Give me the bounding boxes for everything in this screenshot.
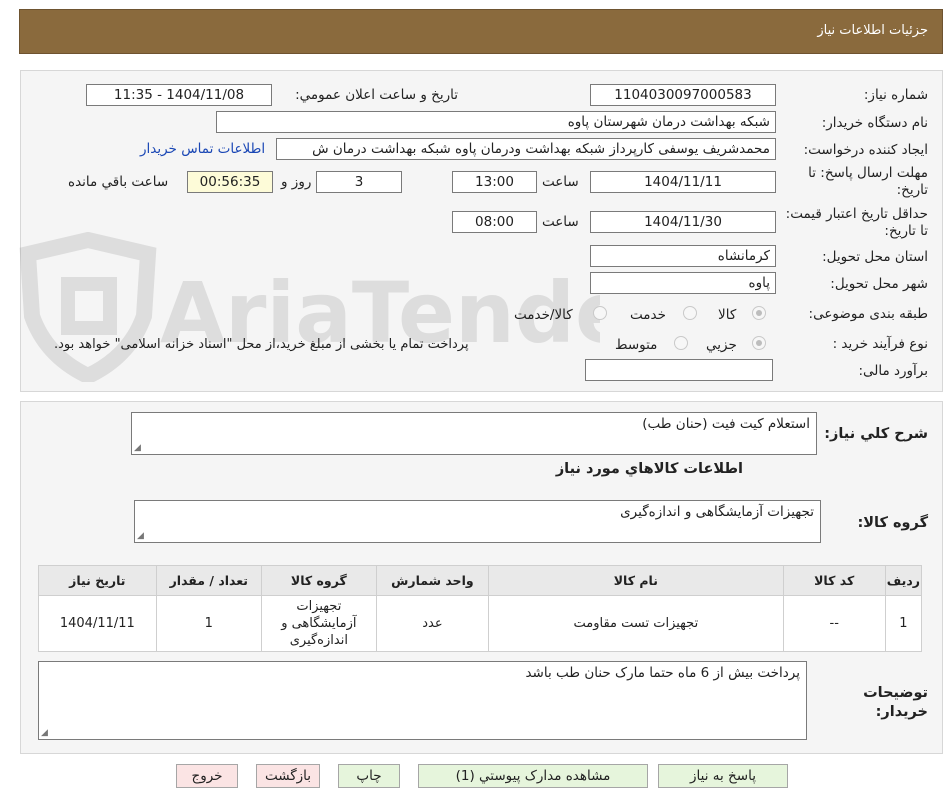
buyer-contact-link[interactable]: اطلاعات تماس خریدار <box>140 141 265 157</box>
page-title: جزئیات اطلاعات نیاز <box>817 23 928 38</box>
process-medium-label: متوسط <box>615 337 658 353</box>
time-left-label: ساعت باقي مانده <box>68 174 169 190</box>
validity-date-field: 1404/11/30 <box>590 211 776 233</box>
days-label: روز و <box>281 174 312 190</box>
category-goods-label: کالا <box>718 307 737 323</box>
need-number-label: شماره نیاز: <box>863 87 928 103</box>
buyer-notes-label: توضیحات خریدار: <box>863 685 928 720</box>
category-service-radio[interactable] <box>683 306 697 320</box>
goods-table: ردیف کد کالا نام کالا واحد شمارش گروه کا… <box>38 565 923 652</box>
requester-field: محمدشریف یوسفی کارپرداز شبکه بهداشت ودرم… <box>276 138 776 160</box>
need-number-field: 1104030097000583 <box>590 84 776 106</box>
goods-group-textarea[interactable]: تجهیزات آزمایشگاهی و اندازه‌گیری ◢ <box>134 500 821 543</box>
province-label: استان محل تحویل: <box>822 249 928 265</box>
col-code-header: کد کالا <box>782 565 886 596</box>
back-button[interactable]: بازگشت <box>256 764 320 788</box>
city-field: پاوه <box>590 272 776 294</box>
category-label: طبقه بندی موضوعی: <box>808 306 928 322</box>
cell-unit: عدد <box>375 595 490 652</box>
buyer-notes-textarea[interactable]: پرداخت بیش از 6 ماه حتما مارک حنان طب با… <box>38 661 807 740</box>
validity-time-field: 08:00 <box>452 211 537 233</box>
goods-group-text: تجهیزات آزمایشگاهی و اندازه‌گیری <box>620 504 814 520</box>
process-payment-note: پرداخت تمام یا بخشی از مبلغ خرید،از محل … <box>54 337 469 352</box>
deadline-date-field: 1404/11/11 <box>590 171 776 193</box>
summary-textarea[interactable]: استعلام کیت فیت (حنان طب) ◢ <box>131 412 817 455</box>
cell-date: 1404/11/11 <box>38 595 157 652</box>
process-medium-radio[interactable] <box>674 336 688 350</box>
validity-label: حداقل تاریخ اعتبار قیمت: تا تاریخ: <box>785 206 928 239</box>
col-row-header: ردیف <box>884 565 923 596</box>
resize-grip-icon[interactable]: ◢ <box>41 728 48 738</box>
print-button[interactable]: چاپ <box>338 764 400 788</box>
page-header: جزئیات اطلاعات نیاز <box>19 9 943 54</box>
days-remaining-field: 3 <box>316 171 402 193</box>
estimate-field <box>585 359 773 381</box>
validity-time-label: ساعت <box>542 214 579 230</box>
process-minor-radio[interactable] <box>752 336 766 350</box>
buyer-notes-text: پرداخت بیش از 6 ماه حتما مارک حنان طب با… <box>525 665 800 681</box>
cell-qty: 1 <box>155 595 262 652</box>
summary-label: شرح کلي نیاز: <box>824 426 928 442</box>
col-name-header: نام کالا <box>488 565 784 596</box>
cell-row: 1 <box>884 595 923 652</box>
watermark-logo: AriaTender.neT <box>19 232 600 382</box>
city-label: شهر محل تحویل: <box>830 276 928 292</box>
goods-group-label: گروه کالا: <box>857 515 928 531</box>
cell-code: -- <box>782 595 886 652</box>
announce-label: تاریخ و ساعت اعلان عمومي: <box>295 87 458 103</box>
respond-button[interactable]: پاسخ به نیاز <box>658 764 788 788</box>
cell-name: تجهیزات تست مقاومت <box>488 595 784 652</box>
resize-grip-icon[interactable]: ◢ <box>134 443 141 453</box>
deadline-time-label: ساعت <box>542 174 579 190</box>
category-service-label: خدمت <box>630 307 666 323</box>
resize-grip-icon[interactable]: ◢ <box>137 531 144 541</box>
estimate-label: برآورد مالی: <box>858 363 928 379</box>
category-goods-radio[interactable] <box>752 306 766 320</box>
province-field: کرمانشاه <box>590 245 776 267</box>
category-goods-service-label: کالا/خدمت <box>514 307 573 323</box>
cell-group: تجهیزات آزمایشگاهی و اندازه‌گیری <box>260 595 377 652</box>
summary-text: استعلام کیت فیت (حنان طب) <box>642 416 810 432</box>
process-minor-label: جزیي <box>706 337 737 353</box>
col-unit-header: واحد شمارش <box>375 565 490 596</box>
col-group-header: گروه کالا <box>260 565 377 596</box>
announce-field: 1404/11/08 - 11:35 <box>86 84 272 106</box>
requester-label: ایجاد کننده درخواست: <box>803 142 928 158</box>
buyer-org-field: شبکه بهداشت درمان شهرستان پاوه <box>216 111 776 133</box>
col-qty-header: تعداد / مقدار <box>155 565 262 596</box>
category-goods-service-radio[interactable] <box>593 306 607 320</box>
deadline-label: مهلت ارسال پاسخ: تا تاریخ: <box>808 165 928 198</box>
view-attachments-button[interactable]: مشاهده مدارک پیوستي (1) <box>418 764 648 788</box>
deadline-time-field: 13:00 <box>452 171 537 193</box>
time-left-field: 00:56:35 <box>187 171 273 193</box>
buyer-org-label: نام دستگاه خریدار: <box>821 115 928 131</box>
goods-info-title: اطلاعات کالاهاي مورد نیاز <box>555 461 743 477</box>
process-label: نوع فرآیند خرید : <box>832 336 928 352</box>
table-row: 1 -- تجهیزات تست مقاومت عدد تجهیزات آزما… <box>38 595 923 652</box>
col-date-header: تاریخ نیاز <box>38 565 157 596</box>
exit-button[interactable]: خروج <box>176 764 238 788</box>
goods-table-header: ردیف کد کالا نام کالا واحد شمارش گروه کا… <box>38 565 923 596</box>
